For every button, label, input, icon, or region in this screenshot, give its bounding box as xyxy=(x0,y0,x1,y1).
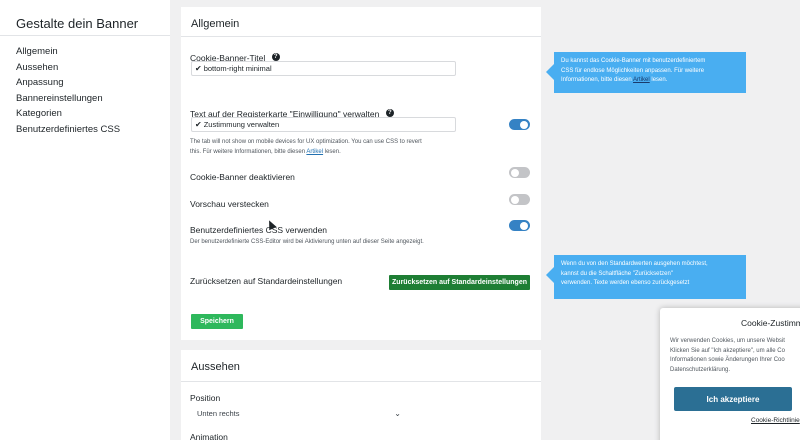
custom-css-help: Der benutzerdefinierte CSS-Editor wird b… xyxy=(190,239,424,245)
hide-preview-toggle[interactable] xyxy=(509,194,530,205)
disable-banner-toggle[interactable] xyxy=(509,167,530,178)
custom-css-toggle[interactable] xyxy=(509,220,530,231)
nav-item-general[interactable]: Allgemein xyxy=(16,44,170,60)
tooltip-line: Du kannst das Cookie-Banner mit benutzer… xyxy=(561,58,706,64)
toggle-knob xyxy=(520,120,528,129)
tooltip-line: kannst du die Schaltfläche "Zurücksetzen… xyxy=(561,270,673,277)
hide-preview-label: Vorschau verstecken xyxy=(190,199,269,209)
help-icon[interactable]: ? xyxy=(385,108,394,117)
cookie-policy-link[interactable]: Cookie-Richtlinie xyxy=(751,417,800,424)
toggle-knob xyxy=(511,168,519,177)
nav-item-customization[interactable]: Anpassung xyxy=(16,75,170,91)
animation-label: Animation xyxy=(190,432,228,440)
tooltip-line: Informationen, bitte diesen Artikel lese… xyxy=(561,76,739,86)
nav-title: Gestalte dein Banner xyxy=(0,0,170,36)
banner-title-input[interactable]: ✔ bottom-right minimal xyxy=(191,61,456,76)
help-text: lesen. xyxy=(323,148,341,155)
cookie-text: Wir verwenden Cookies, um unsere Websit … xyxy=(670,337,800,375)
check-icon: ✔ xyxy=(195,120,202,129)
position-select[interactable]: Unten rechts ⌄ xyxy=(191,407,401,421)
cookie-text-line: Datenschutzerklärung. xyxy=(670,366,731,373)
tooltip-text: lesen. xyxy=(649,77,668,84)
tab-text-toggle[interactable] xyxy=(509,119,530,130)
help-text: this. Für weitere Informationen, bitte d… xyxy=(190,148,307,155)
toggle-knob xyxy=(520,221,528,230)
appearance-heading: Aussehen xyxy=(181,350,541,382)
tooltip-line: verwenden. Texte werden ebenso zurückges… xyxy=(561,280,690,287)
appearance-panel: Aussehen Position Unten rechts ⌄ Animati… xyxy=(181,350,541,440)
tab-text-value: Zustimmung verwalten xyxy=(203,120,280,129)
cookie-banner-preview: Cookie-Zustimm Wir verwenden Cookies, um… xyxy=(660,308,800,440)
tab-text-help-line2: this. Für weitere Informationen, bitte d… xyxy=(190,148,531,158)
position-value: Unten rechts xyxy=(197,409,240,418)
tooltip-article-link[interactable]: Artikel xyxy=(633,77,650,83)
banner-title-value: bottom-right minimal xyxy=(203,64,272,73)
nav-item-categories[interactable]: Kategorien xyxy=(16,106,170,122)
chevron-down-icon: ⌄ xyxy=(394,409,401,418)
css-tooltip: Du kannst das Cookie-Banner mit benutzer… xyxy=(546,52,746,93)
tooltip-line: CSS für endlose Möglichkeiten anpassen. … xyxy=(561,67,705,74)
check-icon: ✔ xyxy=(195,64,202,73)
nav-item-appearance[interactable]: Aussehen xyxy=(16,60,170,76)
tab-text-input[interactable]: ✔ Zustimmung verwalten xyxy=(191,117,456,132)
cookie-text-line: Wir verwenden Cookies, um unsere Websit xyxy=(670,338,785,344)
disable-banner-label: Cookie-Banner deaktivieren xyxy=(190,172,295,182)
toggle-knob xyxy=(511,195,519,204)
cookie-title: Cookie-Zustimm xyxy=(741,318,800,328)
nav-item-banner-settings[interactable]: Bannereinstellungen xyxy=(16,91,170,107)
tab-text-help-line1: The tab will not show on mobile devices … xyxy=(190,139,422,145)
article-link[interactable]: Artikel xyxy=(306,149,323,155)
nav-list: Allgemein Aussehen Anpassung Bannereinst… xyxy=(0,36,170,137)
save-button[interactable]: Speichern xyxy=(191,314,243,329)
settings-nav: Gestalte dein Banner Allgemein Aussehen … xyxy=(0,0,170,440)
cookie-text-line: Klicken Sie auf "Ich akzeptiere", um all… xyxy=(670,347,785,354)
reset-button[interactable]: Zurücksetzen auf Standardeinstellungen xyxy=(389,275,530,290)
reset-tooltip: Wenn du von den Standardwerten ausgehen … xyxy=(546,255,746,299)
accept-button[interactable]: Ich akzeptiere xyxy=(674,387,792,411)
general-panel: Allgemein Cookie-Banner-Titel ? ✔ bottom-… xyxy=(181,7,541,340)
help-icon[interactable]: ? xyxy=(271,52,280,61)
tab-text-help: The tab will not show on mobile devices … xyxy=(190,138,531,157)
general-heading: Allgemein xyxy=(181,7,541,37)
tooltip-line: Wenn du von den Standardwerten ausgehen … xyxy=(561,261,708,267)
nav-item-custom-css[interactable]: Benutzerdefiniertes CSS xyxy=(16,122,170,138)
tooltip-text: Informationen, bitte diesen xyxy=(561,77,634,84)
custom-css-label: Benutzerdefiniertes CSS verwenden xyxy=(190,225,328,235)
cookie-text-line: Informationen sowie Änderungen Ihrer Coo xyxy=(670,357,785,364)
position-label: Position xyxy=(190,393,221,403)
